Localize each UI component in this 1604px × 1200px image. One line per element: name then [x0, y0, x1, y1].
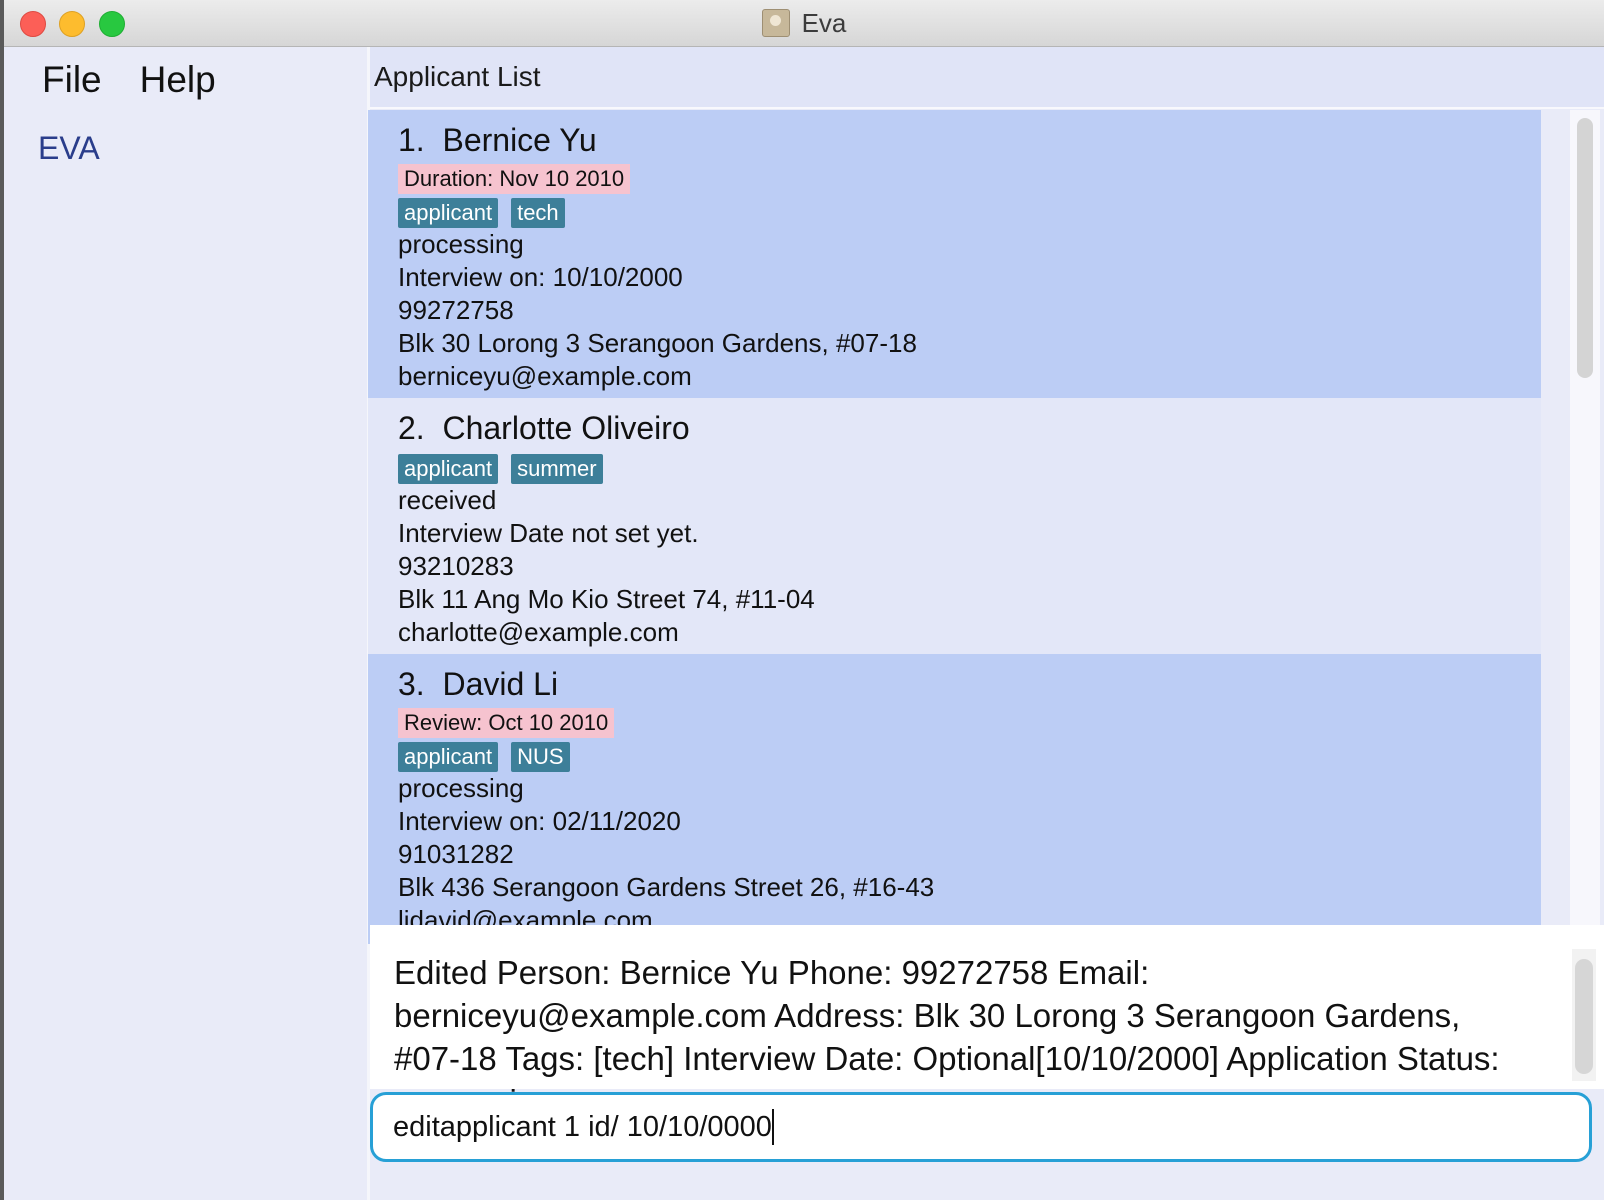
- applicant-name: Charlotte Oliveiro: [442, 410, 690, 446]
- applicant-phone: 91031282: [398, 839, 514, 869]
- tag-chip: applicant: [398, 198, 499, 228]
- brand-label: EVA: [38, 130, 100, 166]
- main-panel: Applicant List 1. Bernice Yu Duration: N…: [368, 47, 1604, 1200]
- applicant-card[interactable]: 3. David Li Review: Oct 10 2010 applican…: [368, 654, 1541, 944]
- applicant-card[interactable]: 2. Charlotte Oliveiro applicant summer r…: [368, 398, 1541, 654]
- applicant-index: 2.: [398, 410, 425, 446]
- tag-chip: NUS: [511, 742, 570, 772]
- menu-bar: File Help: [42, 59, 216, 101]
- applicant-name-line: 3. David Li: [398, 666, 934, 706]
- applicant-email: charlotte@example.com: [398, 617, 679, 647]
- applicant-name-line: 2. Charlotte Oliveiro: [398, 410, 815, 450]
- list-header: Applicant List: [370, 47, 1604, 109]
- app-window: Eva File Help EVA Applicant List 1. Bern…: [4, 0, 1604, 1200]
- applicant-interview: Interview on: 02/11/2020: [398, 806, 681, 836]
- app-icon: [761, 9, 790, 37]
- list-scrollbar[interactable]: [1570, 110, 1600, 944]
- applicant-phone: 93210283: [398, 551, 514, 581]
- menu-file[interactable]: File: [42, 59, 102, 101]
- applicant-email: berniceyu@example.com: [398, 361, 692, 391]
- text-caret: [771, 1109, 774, 1145]
- applicant-card[interactable]: 1. Bernice Yu Duration: Nov 10 2010 appl…: [368, 110, 1541, 398]
- applicant-address: Blk 11 Ang Mo Kio Street 74, #11-04: [398, 584, 815, 614]
- tag-chip: applicant: [398, 742, 499, 772]
- tag-list: applicant NUS: [398, 742, 934, 772]
- applicant-address: Blk 30 Lorong 3 Serangoon Gardens, #07-1…: [398, 328, 917, 358]
- command-input[interactable]: editapplicant 1 id/ 10/10/0000: [370, 1092, 1592, 1162]
- applicant-name-line: 1. Bernice Yu: [398, 122, 917, 162]
- command-input-value[interactable]: editapplicant 1 id/ 10/10/0000: [393, 1111, 772, 1144]
- tag-chip: applicant: [398, 454, 499, 484]
- applicant-name: Bernice Yu: [442, 122, 597, 158]
- sidebar: File Help EVA: [4, 47, 370, 1200]
- applicant-status: received: [398, 485, 497, 515]
- applicant-list[interactable]: 1. Bernice Yu Duration: Nov 10 2010 appl…: [368, 110, 1541, 944]
- applicant-phone: 99272758: [398, 295, 514, 325]
- applicant-index: 1.: [398, 122, 425, 158]
- tag-chip: summer: [511, 454, 603, 484]
- result-scrollbar-thumb[interactable]: [1575, 959, 1593, 1074]
- applicant-address: Blk 436 Serangoon Gardens Street 26, #16…: [398, 872, 935, 902]
- window-title: Eva: [801, 7, 847, 38]
- applicant-index: 3.: [398, 666, 425, 702]
- highlight-tag: Review: Oct 10 2010: [398, 708, 615, 738]
- menu-help[interactable]: Help: [140, 59, 216, 101]
- title-bar: Eva: [4, 0, 1604, 47]
- result-display: Edited Person: Bernice Yu Phone: 9927275…: [370, 925, 1604, 1120]
- highlight-tag: Duration: Nov 10 2010: [398, 164, 631, 194]
- list-scrollbar-thumb[interactable]: [1577, 118, 1593, 378]
- tag-list: applicant tech: [398, 198, 917, 228]
- applicant-interview: Interview Date not set yet.: [398, 518, 699, 548]
- result-scrollbar[interactable]: [1572, 949, 1596, 1081]
- applicant-status: processing: [398, 229, 524, 259]
- window-title-group: Eva: [4, 0, 1604, 46]
- tag-chip: tech: [511, 198, 565, 228]
- list-title: Applicant List: [374, 61, 541, 92]
- applicant-interview: Interview on: 10/10/2000: [398, 262, 683, 292]
- applicant-name: David Li: [442, 666, 559, 702]
- tag-list: applicant summer: [398, 454, 815, 484]
- applicant-status: processing: [398, 773, 524, 803]
